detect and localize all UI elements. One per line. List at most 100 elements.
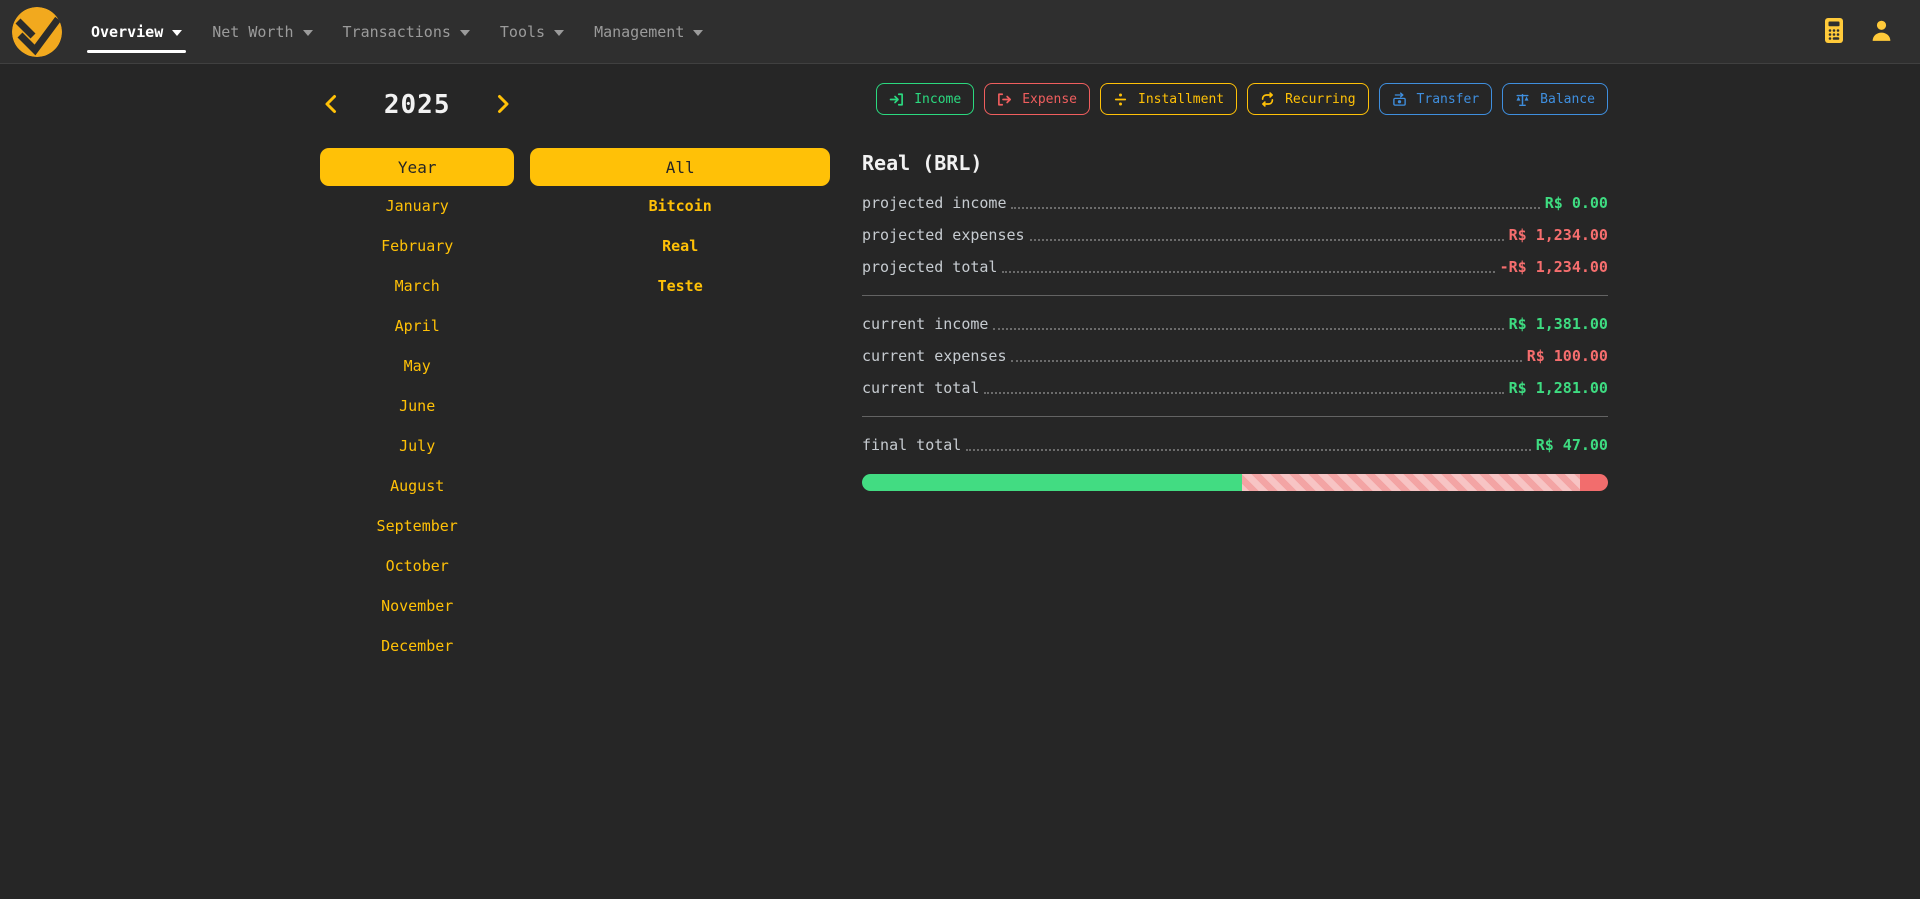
row-label: current total (862, 379, 979, 397)
caret-down-icon (460, 30, 470, 36)
wallet-teste[interactable]: Teste (530, 266, 830, 306)
progress-segment-projected-expenses (1242, 474, 1581, 491)
filter-label: Expense (1022, 92, 1077, 107)
month-may[interactable]: May (320, 346, 514, 386)
months-column: 2025 Year January February March April (312, 82, 522, 666)
year-navigator: 2025 (322, 90, 512, 120)
main-menu: Overview Net Worth Transactions Tools Ma… (76, 0, 718, 63)
filter-label: Income (914, 92, 961, 107)
caret-down-icon (303, 30, 313, 36)
next-year-button[interactable] (495, 92, 512, 119)
month-february[interactable]: February (320, 226, 514, 266)
filter-transfer-button[interactable]: Transfer (1379, 83, 1493, 115)
divider (862, 295, 1608, 296)
row-label: projected total (862, 258, 997, 276)
summary-panel: Income Expense Installment (850, 82, 1620, 666)
user-profile-button[interactable] (1869, 18, 1894, 46)
month-november[interactable]: November (320, 586, 514, 626)
wallets-column: All Bitcoin Real Teste (522, 82, 838, 666)
month-list: January February March April May June Ju… (320, 186, 514, 666)
month-july[interactable]: July (320, 426, 514, 466)
nav-label: Transactions (343, 23, 451, 41)
dotted-leader (966, 449, 1530, 451)
month-june[interactable]: June (320, 386, 514, 426)
month-december[interactable]: December (320, 626, 514, 666)
summary-row-current-income: current income R$ 1,381.00 (862, 308, 1608, 340)
row-value: R$ 1,234.00 (1509, 226, 1608, 244)
month-april[interactable]: April (320, 306, 514, 346)
nav-label: Tools (500, 23, 545, 41)
row-value: R$ 1,281.00 (1509, 379, 1608, 397)
arrow-out-of-bracket-icon (997, 92, 1012, 107)
user-icon (1869, 18, 1894, 46)
transaction-type-filters: Income Expense Installment (862, 83, 1608, 115)
app-page: Overview Net Worth Transactions Tools Ma… (0, 0, 1920, 899)
filter-label: Installment (1138, 92, 1224, 107)
summary-row-final-total: final total R$ 47.00 (862, 429, 1608, 461)
navbar-actions (1823, 17, 1894, 47)
summary-row-current-total: current total R$ 1,281.00 (862, 372, 1608, 404)
filter-income-button[interactable]: Income (876, 83, 974, 115)
wallet-logo-icon (12, 42, 62, 57)
summary-row-projected-expenses: projected expenses R$ 1,234.00 (862, 219, 1608, 251)
progress-segment-income (862, 474, 1242, 491)
month-january[interactable]: January (320, 186, 514, 226)
all-wallets-button[interactable]: All (530, 148, 830, 186)
row-label: projected income (862, 194, 1007, 212)
divide-icon (1113, 92, 1128, 107)
period-wallet-panel: 2025 Year January February March April (300, 82, 850, 666)
row-value: R$ 0.00 (1545, 194, 1608, 212)
row-value: R$ 47.00 (1536, 436, 1608, 454)
repeat-icon (1260, 92, 1275, 107)
spacer (530, 82, 830, 148)
top-navbar: Overview Net Worth Transactions Tools Ma… (0, 0, 1920, 64)
month-august[interactable]: August (320, 466, 514, 506)
dotted-leader (1030, 239, 1504, 241)
nav-item-net-worth[interactable]: Net Worth (197, 0, 327, 63)
row-label: final total (862, 436, 961, 454)
filter-label: Recurring (1285, 92, 1355, 107)
wallet-bitcoin[interactable]: Bitcoin (530, 186, 830, 226)
wallet-real[interactable]: Real (530, 226, 830, 266)
nav-label: Net Worth (212, 23, 293, 41)
filter-label: Transfer (1417, 92, 1480, 107)
nav-label: Overview (91, 23, 163, 41)
row-value: -R$ 1,234.00 (1500, 258, 1608, 276)
month-march[interactable]: March (320, 266, 514, 306)
filter-label: Balance (1540, 92, 1595, 107)
year-filter-button[interactable]: Year (320, 148, 514, 186)
month-october[interactable]: October (320, 546, 514, 586)
balance-scale-icon (1515, 92, 1530, 107)
arrow-into-bracket-icon (889, 92, 904, 107)
dotted-leader (993, 328, 1503, 330)
nav-item-overview[interactable]: Overview (76, 0, 197, 63)
filter-balance-button[interactable]: Balance (1502, 83, 1608, 115)
previous-year-button[interactable] (322, 92, 339, 119)
chevron-left-icon (324, 94, 337, 117)
filter-installment-button[interactable]: Installment (1100, 83, 1237, 115)
dotted-leader (1002, 271, 1494, 273)
dotted-leader (984, 392, 1503, 394)
row-label: current income (862, 315, 988, 333)
month-september[interactable]: September (320, 506, 514, 546)
nav-item-tools[interactable]: Tools (485, 0, 579, 63)
summary-row-projected-total: projected total -R$ 1,234.00 (862, 251, 1608, 283)
calculator-button[interactable] (1823, 17, 1845, 47)
current-year: 2025 (384, 90, 451, 120)
summary-rows: projected income R$ 0.00 projected expen… (862, 187, 1608, 461)
brand-logo[interactable] (12, 7, 62, 57)
progress-segment-current-expenses (1580, 474, 1608, 491)
caret-down-icon (693, 30, 703, 36)
filter-expense-button[interactable]: Expense (984, 83, 1090, 115)
nav-label: Management (594, 23, 684, 41)
dotted-leader (1011, 207, 1539, 209)
divider (862, 416, 1608, 417)
nav-item-transactions[interactable]: Transactions (328, 0, 485, 63)
row-label: projected expenses (862, 226, 1025, 244)
calculator-icon (1823, 17, 1845, 47)
nav-item-management[interactable]: Management (579, 0, 718, 63)
money-transfer-icon (1392, 92, 1407, 107)
filter-recurring-button[interactable]: Recurring (1247, 83, 1368, 115)
caret-down-icon (172, 30, 182, 36)
caret-down-icon (554, 30, 564, 36)
